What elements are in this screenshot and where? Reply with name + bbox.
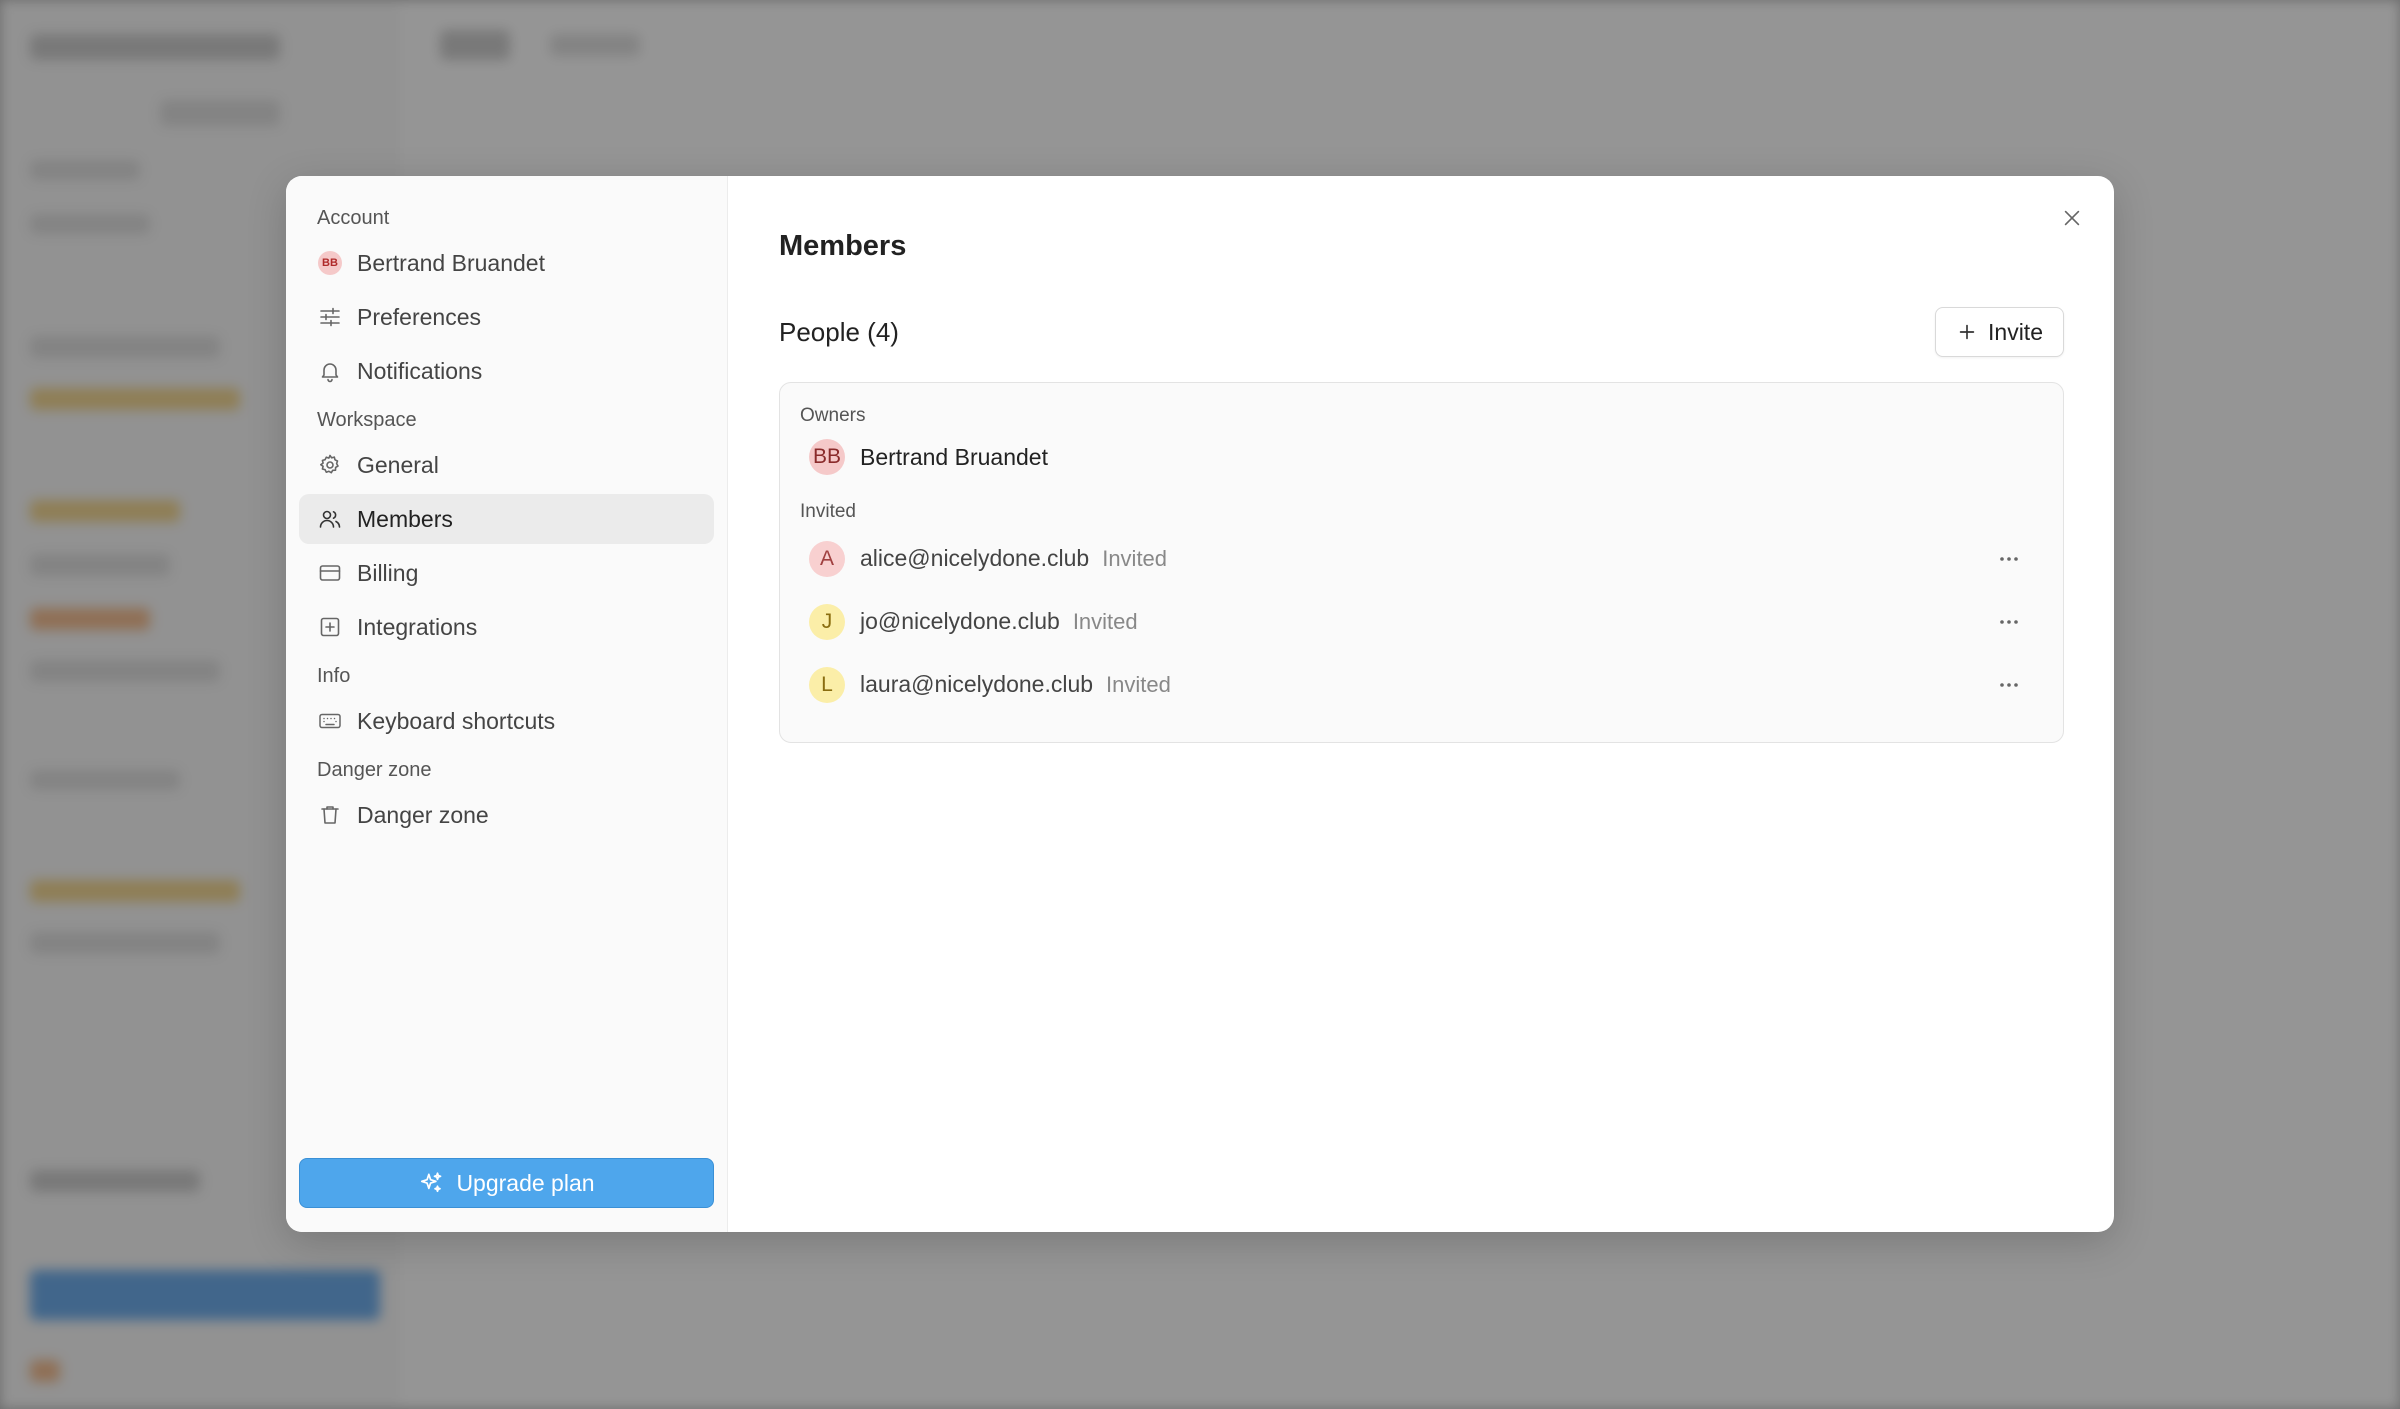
sidebar-item-label: General [357, 451, 439, 478]
sidebar-item-keyboard-shortcuts[interactable]: Keyboard shortcuts [299, 696, 714, 746]
more-options-button[interactable] [1989, 665, 2029, 705]
sidebar-item-integrations[interactable]: Integrations [299, 602, 714, 652]
avatar: BB [809, 439, 845, 475]
sidebar-item-label: Preferences [357, 303, 482, 330]
member-email: laura@nicelydone.club [860, 671, 1094, 697]
invited-row: L laura@nicelydone.club Invited [800, 653, 2043, 716]
sidebar-item-label: Danger zone [357, 801, 489, 828]
sidebar-item-preferences[interactable]: Preferences [299, 292, 714, 342]
people-header: People (4) Invite [779, 306, 2064, 358]
plus-icon [1956, 321, 1978, 343]
member-email: jo@nicelydone.club [860, 608, 1060, 634]
owners-label: Owners [800, 405, 866, 426]
close-icon [2061, 207, 2083, 229]
avatar: A [809, 540, 845, 577]
sidebar-item-notifications[interactable]: Notifications [299, 346, 714, 396]
ellipsis-icon [1997, 610, 2021, 634]
sidebar-item-members[interactable]: Members [299, 494, 714, 544]
credit-card-icon [317, 560, 343, 586]
user-avatar-icon: BB [317, 250, 343, 276]
invited-row: J jo@nicelydone.club Invited [800, 590, 2043, 653]
members-list: Owners BB Bertrand Bruandet Invited A al… [779, 382, 2064, 743]
status-badge: Invited [1106, 671, 1171, 697]
avatar: L [809, 666, 845, 703]
people-count-title: People (4) [779, 316, 899, 347]
page-title: Members [779, 230, 907, 262]
section-label-account: Account [317, 207, 390, 229]
status-badge: Invited [1072, 608, 1138, 634]
upgrade-plan-button[interactable]: Upgrade plan [299, 1158, 714, 1208]
sidebar-item-label: Members [357, 505, 453, 532]
member-email: alice@nicelydone.club [860, 545, 1090, 571]
plus-square-icon [317, 614, 343, 640]
ellipsis-icon [1997, 547, 2021, 571]
ellipsis-icon [1997, 673, 2021, 697]
sidebar-item-danger-zone[interactable]: Danger zone [299, 790, 714, 840]
settings-modal: Account BB Bertrand Bruandet Preferences [286, 176, 2114, 1232]
invite-label: Invite [1988, 318, 2043, 345]
invite-button[interactable]: Invite [1935, 307, 2064, 357]
status-badge: Invited [1102, 545, 1168, 571]
profile-avatar: BB [318, 251, 342, 275]
keyboard-icon [317, 708, 343, 734]
gear-icon [317, 452, 343, 478]
sidebar-item-label: Billing [357, 559, 419, 586]
close-button[interactable] [2054, 200, 2090, 236]
sparkles-icon [418, 1170, 444, 1196]
more-options-button[interactable] [1989, 602, 2029, 642]
avatar: J [809, 603, 845, 640]
invited-row: A alice@nicelydone.club Invited [800, 527, 2043, 590]
member-name: Bertrand Bruandet [860, 443, 1048, 470]
invited-label: Invited [800, 501, 856, 522]
sidebar-item-label: Integrations [357, 613, 478, 640]
sidebar-item-general[interactable]: General [299, 440, 714, 490]
trash-icon [317, 802, 343, 828]
sidebar-item-billing[interactable]: Billing [299, 548, 714, 598]
section-label-info: Info [317, 665, 351, 687]
sidebar-item-label: Bertrand Bruandet [357, 249, 545, 276]
sidebar-item-profile[interactable]: BB Bertrand Bruandet [299, 238, 714, 288]
owner-row: BB Bertrand Bruandet [800, 431, 2043, 483]
sidebar-item-label: Notifications [357, 357, 483, 384]
bell-icon [317, 358, 343, 384]
section-label-danger: Danger zone [317, 759, 432, 781]
users-icon [317, 506, 343, 532]
more-options-button[interactable] [1989, 539, 2029, 579]
sidebar-item-label: Keyboard shortcuts [357, 707, 556, 734]
members-panel: Members People (4) Invite Owners BB Bert… [728, 176, 2114, 1232]
sliders-icon [317, 304, 343, 330]
settings-sidebar: Account BB Bertrand Bruandet Preferences [286, 176, 728, 1232]
section-label-workspace: Workspace [317, 409, 417, 431]
upgrade-plan-label: Upgrade plan [456, 1169, 595, 1196]
